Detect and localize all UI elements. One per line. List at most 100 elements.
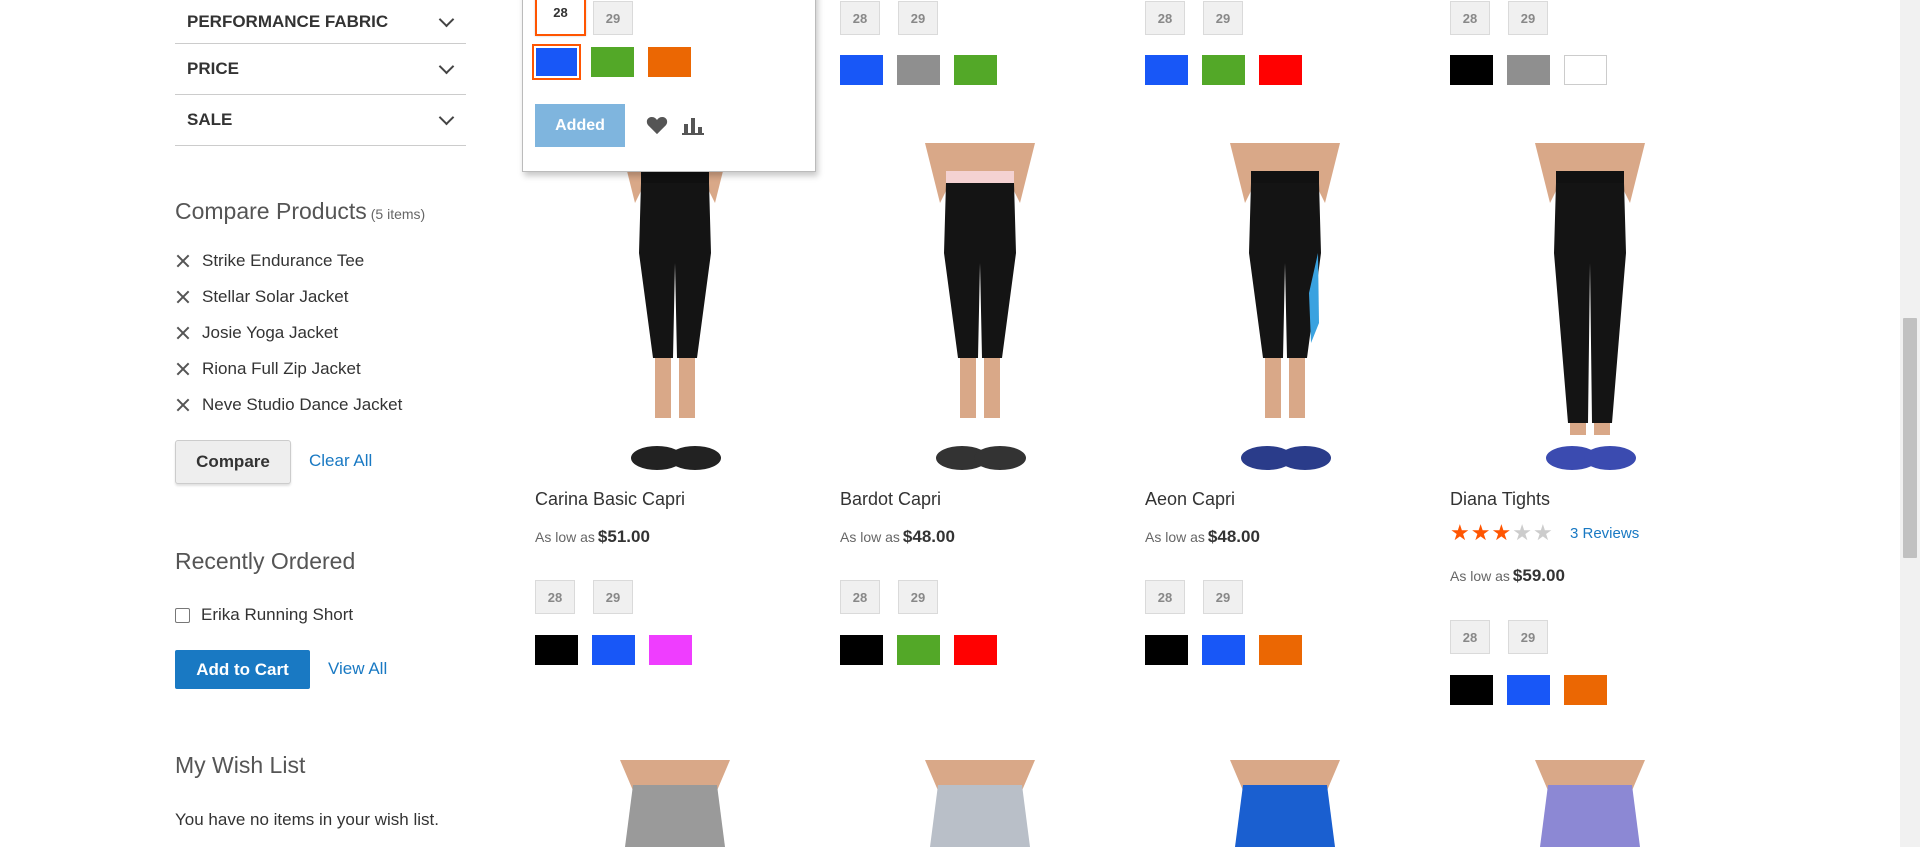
sidebar: PERFORMANCE FABRIC PRICE SALE Compare Pr… (175, 0, 466, 829)
compare-title: Compare Products (175, 198, 367, 224)
color-swatch[interactable] (535, 635, 578, 665)
price-box: As low as $48.00 (1145, 527, 1260, 547)
scrollbar-thumb[interactable] (1903, 318, 1917, 558)
color-swatch[interactable] (1564, 675, 1607, 705)
chevron-down-icon (438, 109, 455, 126)
recent-item-checkbox[interactable] (175, 607, 190, 623)
size-option[interactable]: 28 (1450, 1, 1490, 35)
filter-sale[interactable]: SALE (175, 95, 466, 146)
compare-count: (5 items) (370, 206, 426, 222)
price-box: As low as $48.00 (840, 527, 955, 547)
color-swatch[interactable] (1202, 55, 1245, 85)
filter-price[interactable]: PRICE (175, 44, 466, 95)
close-icon[interactable] (175, 325, 191, 341)
color-swatch[interactable] (840, 55, 883, 85)
price-prefix: As low as (1450, 568, 1510, 584)
recent-item-name[interactable]: Erika Running Short (201, 605, 353, 625)
color-swatch[interactable] (1259, 635, 1302, 665)
compare-item-name[interactable]: Neve Studio Dance Jacket (202, 395, 402, 415)
color-swatch[interactable] (897, 635, 940, 665)
color-swatch[interactable] (897, 55, 940, 85)
price-amount: $48.00 (1207, 527, 1260, 546)
color-swatch[interactable] (1507, 55, 1550, 85)
star-icon: ★ (1532, 521, 1553, 546)
filter-performance-fabric[interactable]: PERFORMANCE FABRIC (175, 0, 466, 44)
product-name[interactable]: Carina Basic Capri (535, 489, 685, 510)
price-box: As low as $51.00 (535, 527, 650, 547)
color-swatch[interactable] (1145, 55, 1188, 85)
size-option[interactable]: 29 (1508, 620, 1548, 654)
color-swatch[interactable] (591, 47, 634, 77)
price-amount: $59.00 (1512, 566, 1565, 585)
size-option[interactable]: 29 (593, 580, 633, 614)
color-swatch[interactable] (1145, 635, 1188, 665)
price-amount: $51.00 (597, 527, 650, 546)
size-option[interactable]: 28 (840, 580, 880, 614)
product-image[interactable] (1440, 760, 1740, 847)
color-swatch[interactable] (1450, 55, 1493, 85)
color-swatch[interactable] (954, 635, 997, 665)
filter-label: PERFORMANCE FABRIC (187, 11, 389, 31)
size-option[interactable]: 29 (898, 1, 938, 35)
color-swatch[interactable] (1259, 55, 1302, 85)
chevron-down-icon (438, 11, 455, 27)
size-option[interactable]: 28 (1450, 620, 1490, 654)
color-swatch[interactable] (592, 635, 635, 665)
compare-item-name[interactable]: Stellar Solar Jacket (202, 287, 348, 307)
product-image[interactable] (1440, 143, 1740, 473)
product-name[interactable]: Aeon Capri (1145, 489, 1235, 510)
reviews-link[interactable]: 3 Reviews (1570, 525, 1639, 542)
size-option[interactable]: 28 (1145, 580, 1185, 614)
compare-item-name[interactable]: Strike Endurance Tee (202, 251, 364, 271)
size-option[interactable]: 29 (1203, 1, 1243, 35)
close-icon[interactable] (175, 361, 191, 377)
size-option[interactable]: 28 (535, 580, 575, 614)
close-icon[interactable] (175, 397, 191, 413)
color-swatch[interactable] (648, 47, 691, 77)
view-all-link[interactable]: View All (328, 659, 387, 679)
color-swatch[interactable] (1450, 675, 1493, 705)
added-button[interactable]: Added (535, 104, 625, 147)
compare-item-name[interactable]: Riona Full Zip Jacket (202, 359, 361, 379)
size-option[interactable]: 28 (535, 0, 586, 36)
color-swatch[interactable] (1564, 55, 1607, 85)
compare-button[interactable]: Compare (175, 440, 291, 484)
clear-all-link[interactable]: Clear All (309, 451, 372, 471)
color-swatch[interactable] (649, 635, 692, 665)
compare-products-block: Compare Products (5 items) Strike Enduran… (175, 198, 425, 423)
product-name[interactable]: Diana Tights (1450, 489, 1550, 510)
star-icon: ★ (1470, 521, 1491, 546)
add-to-cart-button[interactable]: Add to Cart (175, 650, 310, 689)
size-option[interactable]: 28 (840, 1, 880, 35)
color-swatch[interactable] (1507, 675, 1550, 705)
size-option[interactable]: 29 (593, 1, 633, 35)
size-option[interactable]: 29 (898, 580, 938, 614)
product-image[interactable] (525, 760, 825, 847)
product-name[interactable]: Bardot Capri (840, 489, 941, 510)
color-swatch[interactable] (840, 635, 883, 665)
size-option[interactable]: 29 (1203, 580, 1243, 614)
compare-item: Stellar Solar Jacket (175, 279, 425, 315)
color-swatch[interactable] (1202, 635, 1245, 665)
product-image[interactable] (830, 143, 1130, 473)
rating-stars: ★ ★ ★ ★ ★ (1450, 523, 1553, 545)
price-amount: $48.00 (902, 527, 955, 546)
size-option[interactable]: 28 (1145, 1, 1185, 35)
star-icon: ★ (1491, 521, 1512, 546)
close-icon[interactable] (175, 253, 191, 269)
compare-item: Josie Yoga Jacket (175, 315, 425, 351)
recent-item: Erika Running Short (175, 605, 353, 625)
color-swatch[interactable] (954, 55, 997, 85)
recently-ordered-title: Recently Ordered (175, 548, 356, 574)
heart-icon[interactable] (646, 115, 668, 135)
chart-icon[interactable] (682, 115, 704, 135)
size-option[interactable]: 29 (1508, 1, 1548, 35)
product-image[interactable] (1135, 760, 1435, 847)
close-icon[interactable] (175, 289, 191, 305)
product-image[interactable] (1135, 143, 1435, 473)
color-swatch[interactable] (532, 44, 581, 80)
compare-item-name[interactable]: Josie Yoga Jacket (202, 323, 338, 343)
product-image[interactable] (525, 143, 825, 473)
scrollbar[interactable] (1900, 0, 1920, 847)
product-image[interactable] (830, 760, 1130, 847)
